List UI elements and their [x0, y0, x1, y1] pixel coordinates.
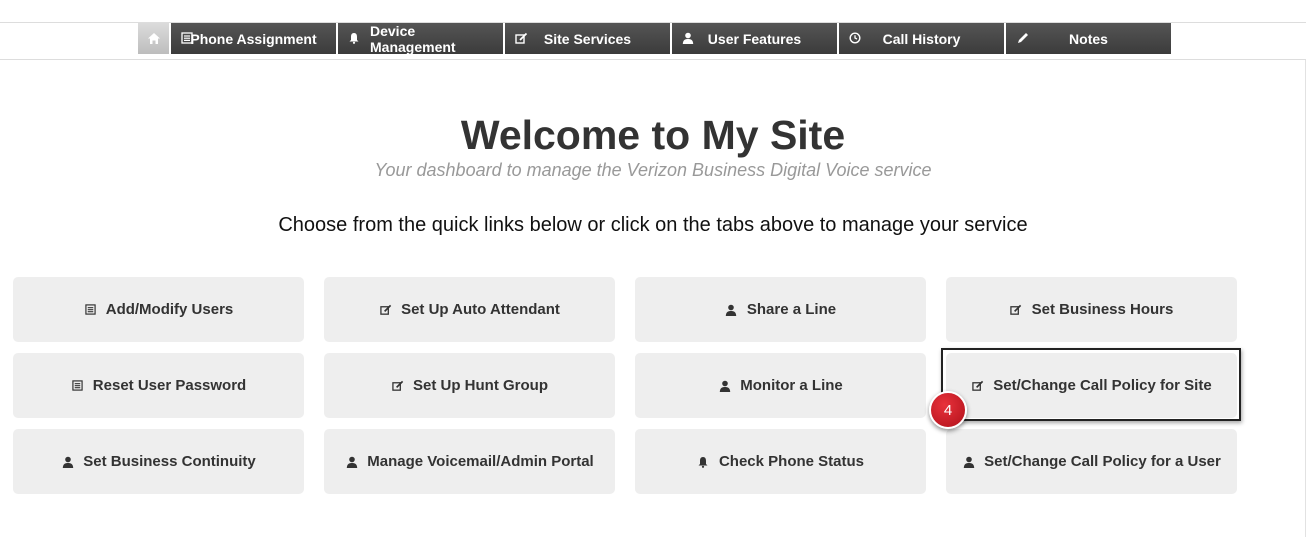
tab-label: Device Management: [370, 22, 456, 55]
nav-bottom-divider: [0, 59, 1306, 60]
tab-label: User Features: [707, 30, 802, 47]
quick-link-set-up-hunt-group[interactable]: Set Up Hunt Group: [324, 353, 615, 418]
quick-link-label: Add/Modify Users: [105, 301, 234, 318]
user-icon: [718, 379, 731, 392]
quick-link-label: Manage Voicemail/Admin Portal: [367, 453, 594, 470]
quick-link-label: Set Business Hours: [1031, 301, 1174, 318]
edit-icon: [514, 31, 528, 45]
list-icon: [71, 379, 84, 392]
quick-link-label: Share a Line: [746, 301, 837, 318]
step-highlight-frame: [941, 348, 1241, 421]
quick-link-label: Check Phone Status: [718, 453, 865, 470]
tab-user-features[interactable]: User Features: [672, 23, 837, 54]
quick-link-manage-voicemail-admin-portal[interactable]: Manage Voicemail/Admin Portal: [324, 429, 615, 494]
pencil-icon: [1015, 31, 1029, 45]
quick-link-check-phone-status[interactable]: Check Phone Status: [635, 429, 926, 494]
quick-link-set-up-auto-attendant[interactable]: Set Up Auto Attendant: [324, 277, 615, 342]
tab-notes[interactable]: Notes: [1006, 23, 1171, 54]
home-tab[interactable]: [138, 23, 169, 54]
bell-icon: [347, 31, 361, 45]
user-icon: [725, 303, 738, 316]
list-icon: [180, 31, 194, 45]
instructions-text: Choose from the quick links below or cli…: [278, 214, 1028, 236]
tab-label: Phone Assignment: [190, 30, 317, 47]
page-subtitle: Your dashboard to manage the Verizon Bus…: [374, 160, 932, 180]
quick-link-share-a-line[interactable]: Share a Line: [635, 277, 926, 342]
user-icon: [345, 455, 358, 468]
tab-phone-assignment[interactable]: Phone Assignment: [171, 23, 336, 54]
user-icon: [681, 31, 695, 45]
edit-icon: [379, 303, 392, 316]
tab-device-management[interactable]: Device Management: [338, 22, 503, 55]
quick-link-label: Monitor a Line: [740, 377, 843, 394]
list-icon: [84, 303, 97, 316]
edit-icon: [1010, 303, 1023, 316]
quick-link-reset-user-password[interactable]: Reset User Password: [13, 353, 304, 418]
quick-link-set-change-call-policy-user[interactable]: Set/Change Call Policy for a User: [946, 429, 1237, 494]
edit-icon: [391, 379, 404, 392]
tab-label: Call History: [882, 30, 961, 47]
tab-call-history[interactable]: Call History: [839, 23, 1004, 54]
user-icon: [61, 455, 74, 468]
tab-label: Notes: [1069, 30, 1108, 47]
quick-link-monitor-a-line[interactable]: Monitor a Line: [635, 353, 926, 418]
step-badge: 4: [929, 391, 967, 429]
quick-link-label: Set Business Continuity: [83, 453, 256, 470]
user-icon: [962, 455, 975, 468]
tab-site-services[interactable]: Site Services: [505, 23, 670, 54]
quick-link-add-modify-users[interactable]: Add/Modify Users: [13, 277, 304, 342]
home-icon: [147, 33, 160, 44]
main-nav: Phone Assignment Device Management Site …: [138, 22, 1171, 55]
bell-icon: [697, 455, 710, 468]
quick-link-set-business-hours[interactable]: Set Business Hours: [946, 277, 1237, 342]
quick-link-label: Set/Change Call Policy for a User: [984, 453, 1221, 470]
tab-label: Site Services: [543, 30, 632, 47]
clock-icon: [848, 31, 862, 45]
quick-link-label: Reset User Password: [92, 377, 247, 394]
page-title: Welcome to My Site: [460, 112, 846, 158]
quick-link-label: Set Up Auto Attendant: [401, 301, 560, 318]
quick-link-set-business-continuity[interactable]: Set Business Continuity: [13, 429, 304, 494]
quick-link-label: Set Up Hunt Group: [413, 377, 548, 394]
